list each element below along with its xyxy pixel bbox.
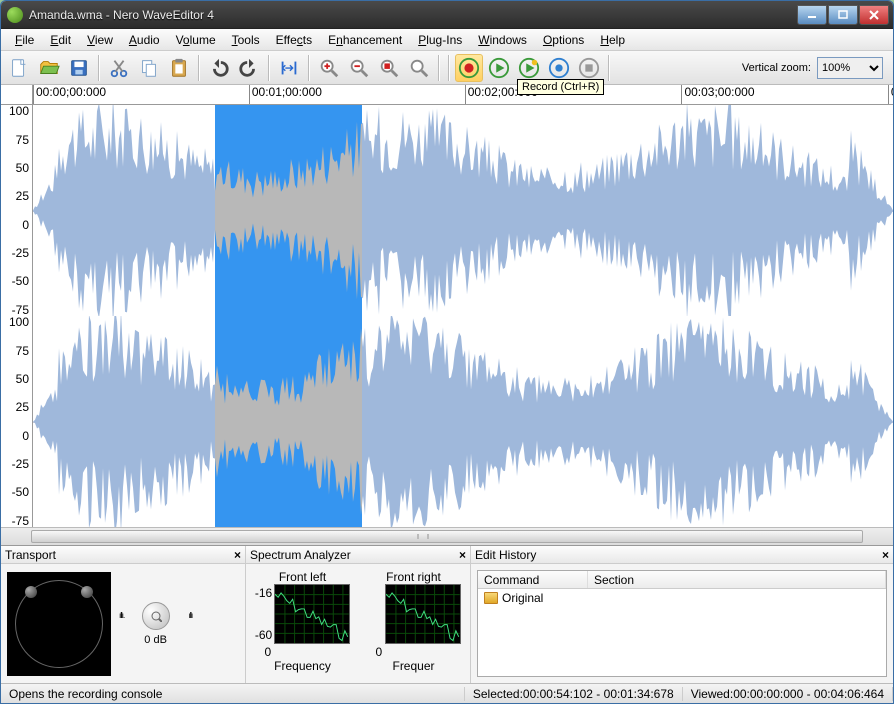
maximize-button[interactable] bbox=[828, 5, 858, 25]
toolbar: Vertical zoom: 100% bbox=[1, 51, 893, 85]
waveform-area: 1007550250-25-50-75 1007550250-25-50-75 bbox=[1, 105, 893, 527]
cut-button[interactable] bbox=[105, 54, 133, 82]
spectrum-xlabel-left: Frequency bbox=[274, 659, 331, 673]
transport-db: 0 dB bbox=[144, 634, 167, 646]
open-button[interactable] bbox=[35, 54, 63, 82]
selection-overlay bbox=[215, 105, 361, 527]
status-selected: Selected:00:00:54:102 - 00:01:34:678 bbox=[465, 687, 683, 701]
history-col-command[interactable]: Command bbox=[478, 571, 588, 588]
app-window: Amanda.wma - Nero WaveEditor 4 File Edit… bbox=[0, 0, 894, 704]
y-axis: 1007550250-25-50-75 1007550250-25-50-75 bbox=[1, 105, 33, 527]
redo-button[interactable] bbox=[235, 54, 263, 82]
transport-title: Transport bbox=[5, 548, 56, 562]
minimize-button[interactable] bbox=[797, 5, 827, 25]
menu-options[interactable]: Options bbox=[535, 30, 592, 50]
zoom-fit-button[interactable] bbox=[405, 54, 433, 82]
menu-effects[interactable]: Effects bbox=[268, 30, 320, 50]
menu-enhancement[interactable]: Enhancement bbox=[320, 30, 410, 50]
spectrum-right-label: Front right bbox=[386, 570, 441, 584]
folder-icon bbox=[484, 592, 498, 604]
record-button[interactable] bbox=[455, 54, 483, 82]
rewind-button[interactable] bbox=[545, 54, 573, 82]
status-message: Opens the recording console bbox=[1, 687, 465, 701]
menubar: File Edit View Audio Volume Tools Effect… bbox=[1, 29, 893, 51]
window-title: Amanda.wma - Nero WaveEditor 4 bbox=[29, 8, 796, 22]
spectrum-close-icon[interactable]: × bbox=[459, 548, 466, 562]
history-col-section[interactable]: Section bbox=[588, 571, 886, 588]
menu-view[interactable]: View bbox=[79, 30, 121, 50]
spectrum-left-plot bbox=[274, 584, 350, 644]
menu-windows[interactable]: Windows bbox=[470, 30, 535, 50]
history-row-label: Original bbox=[502, 591, 543, 605]
menu-tools[interactable]: Tools bbox=[224, 30, 268, 50]
close-button[interactable] bbox=[859, 5, 889, 25]
record-tooltip: Record (Ctrl+R) bbox=[517, 79, 604, 95]
horizontal-scrollbar[interactable] bbox=[1, 527, 893, 545]
spectrum-xlabel-right: Frequer bbox=[392, 659, 434, 673]
spectrum-title: Spectrum Analyzer bbox=[250, 548, 351, 562]
statusbar: Opens the recording console Selected:00:… bbox=[1, 683, 893, 703]
menu-plugins[interactable]: Plug-Ins bbox=[410, 30, 470, 50]
spectrum-left-label: Front left bbox=[279, 570, 326, 584]
history-title: Edit History bbox=[475, 548, 536, 562]
paste-button[interactable] bbox=[165, 54, 193, 82]
play-button[interactable] bbox=[485, 54, 513, 82]
history-table[interactable]: Command Section Original bbox=[477, 570, 887, 677]
copy-button[interactable] bbox=[135, 54, 163, 82]
select-all-button[interactable] bbox=[275, 54, 303, 82]
time-ruler[interactable]: 00:00;00:00000:01;00:00000:02;00:00000:0… bbox=[33, 85, 893, 104]
vertical-zoom-label: Vertical zoom: bbox=[742, 62, 811, 74]
new-button[interactable] bbox=[5, 54, 33, 82]
menu-volume[interactable]: Volume bbox=[168, 30, 224, 50]
waveform-canvas[interactable] bbox=[33, 105, 893, 527]
meter-left-icon: ıllı. bbox=[119, 611, 124, 620]
spectrum-right-plot bbox=[385, 584, 461, 644]
history-panel: Edit History × Command Section Original bbox=[471, 546, 893, 683]
menu-help[interactable]: Help bbox=[592, 30, 633, 50]
time-ruler-row: 00:00;00:00000:01;00:00000:02;00:00000:0… bbox=[1, 85, 893, 105]
gain-knob[interactable] bbox=[142, 602, 170, 630]
zoom-out-button[interactable] bbox=[345, 54, 373, 82]
menu-edit[interactable]: Edit bbox=[42, 30, 79, 50]
spectrum-panel: Spectrum Analyzer× Front left -16-60 0 F… bbox=[246, 546, 471, 683]
app-icon bbox=[7, 7, 23, 23]
zoom-selection-button[interactable] bbox=[375, 54, 403, 82]
channel-right bbox=[33, 316, 893, 527]
vertical-zoom-select[interactable]: 100% bbox=[817, 57, 883, 79]
menu-file[interactable]: File bbox=[7, 30, 42, 50]
stop-button[interactable] bbox=[575, 54, 603, 82]
meter-right-icon: ıllı bbox=[188, 611, 192, 620]
history-row[interactable]: Original bbox=[478, 589, 886, 607]
transport-close-icon[interactable]: × bbox=[234, 548, 241, 562]
history-close-icon[interactable]: × bbox=[882, 548, 889, 562]
save-button[interactable] bbox=[65, 54, 93, 82]
undo-button[interactable] bbox=[205, 54, 233, 82]
play-loop-button[interactable] bbox=[515, 54, 543, 82]
channel-left bbox=[33, 105, 893, 316]
menu-audio[interactable]: Audio bbox=[121, 30, 168, 50]
status-viewed: Viewed:00:00:00:000 - 00:04:06:464 bbox=[683, 687, 893, 701]
panels-row: Transport × ıllı. ıllı 0 dB Spectrum Anal… bbox=[1, 545, 893, 683]
zoom-in-button[interactable] bbox=[315, 54, 343, 82]
scrollbar-thumb[interactable] bbox=[31, 530, 863, 543]
transport-panel: Transport × ıllı. ıllı 0 dB bbox=[1, 546, 246, 683]
titlebar[interactable]: Amanda.wma - Nero WaveEditor 4 bbox=[1, 1, 893, 29]
transport-dial[interactable] bbox=[7, 572, 111, 676]
